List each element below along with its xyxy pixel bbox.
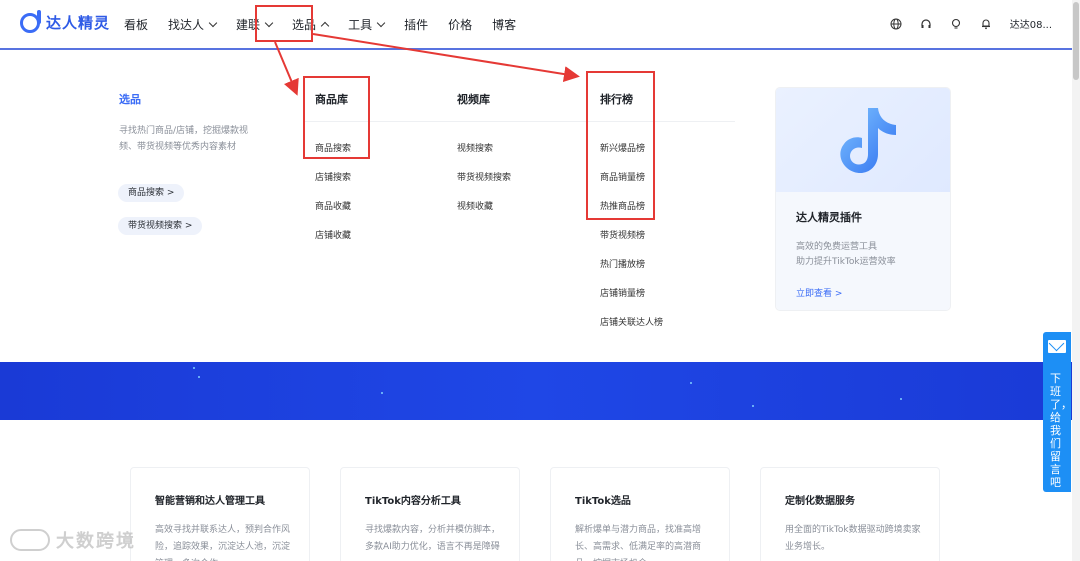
- arrow-to-product-library: [274, 41, 299, 96]
- watermark-text: 大数跨境: [56, 531, 136, 552]
- feature-card[interactable]: TikTok选品 解析爆单与潜力商品，找准高增长、高需求、低满足率的高潜商品，挖…: [550, 467, 730, 561]
- arrow-to-rankings: [312, 33, 580, 83]
- mail-icon: [1048, 340, 1066, 353]
- feature-card-title: 定制化数据服务: [785, 496, 855, 507]
- scrollbar[interactable]: [1072, 0, 1080, 561]
- feature-card-desc: 高效寻找并联系达人，预判合作风险，追踪效果，沉淀达人池，沉淀管理，多次合作: [155, 525, 291, 561]
- banner-star: [900, 398, 902, 400]
- banner-star: [752, 405, 754, 407]
- scrollbar-thumb[interactable]: [1073, 2, 1079, 80]
- banner-star: [381, 392, 383, 394]
- feature-card-title: TikTok内容分析工具: [365, 496, 461, 507]
- hero-banner: [0, 362, 1072, 420]
- feature-card-title: TikTok选品: [575, 496, 631, 507]
- feature-card[interactable]: 智能营销和达人管理工具 高效寻找并联系达人，预判合作风险，追踪效果，沉淀达人池，…: [130, 467, 310, 561]
- feature-card-desc: 用全面的TikTok数据驱动跨境卖家业务增长。: [785, 525, 921, 552]
- watermark: 大数跨境: [10, 527, 136, 553]
- side-widget-text: 下班了，给我们留言吧: [1050, 372, 1072, 489]
- feature-card-desc: 寻找爆款内容，分析并模仿脚本，多款AI助力优化，语言不再是障碍: [365, 525, 501, 552]
- watermark-logo-icon: [10, 529, 50, 551]
- banner-star: [193, 367, 195, 369]
- message-side-widget[interactable]: 下班了，给我们留言吧: [1043, 332, 1072, 492]
- feature-card-title: 智能营销和达人管理工具: [155, 496, 265, 507]
- feature-card[interactable]: TikTok内容分析工具 寻找爆款内容，分析并模仿脚本，多款AI助力优化，语言不…: [340, 467, 520, 561]
- banner-star: [198, 376, 200, 378]
- feature-card[interactable]: 定制化数据服务 用全面的TikTok数据驱动跨境卖家业务增长。: [760, 467, 940, 561]
- feature-card-desc: 解析爆单与潜力商品，找准高增长、高需求、低满足率的高潜商品，挖掘市场机会: [575, 525, 702, 561]
- banner-star: [690, 382, 692, 384]
